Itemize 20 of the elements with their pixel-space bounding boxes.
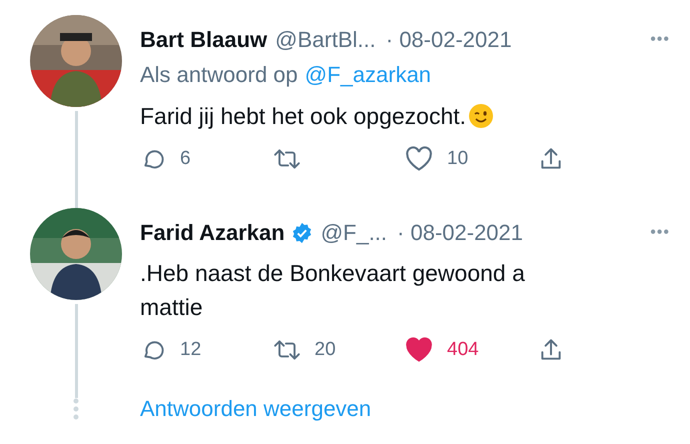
heart-icon[interactable] bbox=[405, 336, 433, 363]
author-name: Bart Blaauw bbox=[140, 26, 268, 54]
tweet-date: · 08-02-2021 bbox=[397, 218, 524, 246]
author-handle: @F_... bbox=[320, 218, 388, 246]
like-count: 404 bbox=[447, 338, 479, 362]
author-handle: @BartBl... bbox=[275, 26, 376, 54]
tweet-text: .Heb naast de Bonkevaart gewoond a mattie bbox=[140, 258, 526, 322]
show-replies-link[interactable]: Antwoorden weergeven bbox=[140, 392, 372, 425]
heart-icon[interactable] bbox=[405, 146, 433, 172]
retweet-count: 20 bbox=[314, 338, 336, 362]
more-options[interactable]: ••• bbox=[650, 25, 670, 55]
tweet-text: Farid jij hebt het ook opgezocht. bbox=[140, 102, 466, 131]
reply-count: 6 bbox=[180, 147, 191, 171]
author-name: Farid Azarkan bbox=[140, 218, 285, 246]
more-options[interactable]: ••• bbox=[650, 218, 670, 248]
tweet-date: · 08-02-2021 bbox=[386, 26, 512, 54]
mention-link[interactable]: @F_azarkan bbox=[304, 59, 432, 91]
like-count: 10 bbox=[447, 147, 468, 171]
reply-context: Als antwoord op bbox=[140, 61, 298, 89]
reply-count: 12 bbox=[180, 338, 202, 362]
